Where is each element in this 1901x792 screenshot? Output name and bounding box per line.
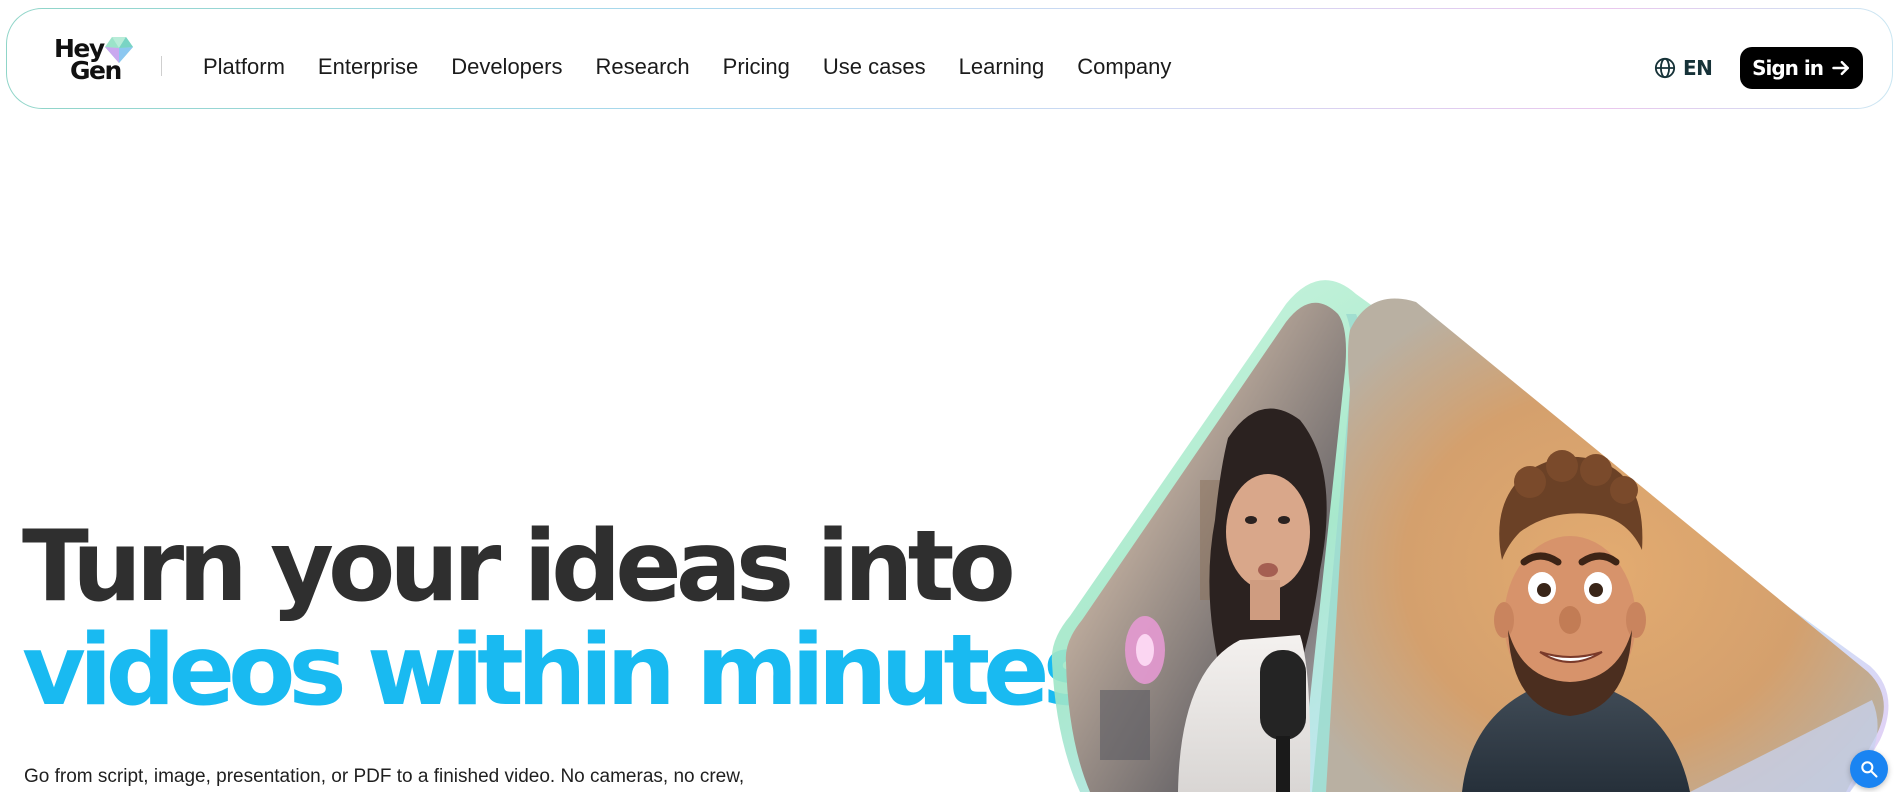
nav-item-enterprise[interactable]: Enterprise xyxy=(318,53,418,81)
nav-item-use-cases[interactable]: Use cases xyxy=(823,53,926,81)
main-nav: Platform Enterprise Developers Research … xyxy=(203,53,1204,81)
page: Hey Gen Platform Enterprise Developers R… xyxy=(0,0,1901,792)
chat-search-icon xyxy=(1861,761,1878,778)
nav-item-pricing[interactable]: Pricing xyxy=(723,53,790,81)
language-selector[interactable]: EN xyxy=(1654,55,1713,81)
hero-headline: Turn your ideas into videos within minut… xyxy=(22,510,1101,728)
chat-assistant-button[interactable] xyxy=(1850,750,1888,788)
heygen-logo[interactable]: Hey Gen xyxy=(49,35,135,85)
hero-headline-line2: videos within minutes xyxy=(22,614,1101,728)
language-label: EN xyxy=(1683,56,1713,80)
hero-subtext: Go from script, image, presentation, or … xyxy=(24,766,745,787)
logo-gem-icon xyxy=(105,37,133,63)
hero-avatar-prism-image xyxy=(1051,280,1889,792)
hero-headline-line1: Turn your ideas into xyxy=(22,510,1016,624)
sign-in-button[interactable]: Sign in xyxy=(1740,47,1863,89)
arrow-right-icon xyxy=(1832,60,1849,76)
nav-item-learning[interactable]: Learning xyxy=(959,53,1045,81)
globe-icon xyxy=(1654,57,1676,79)
nav-item-developers[interactable]: Developers xyxy=(451,53,562,81)
nav-divider xyxy=(161,56,162,76)
nav-item-platform[interactable]: Platform xyxy=(203,53,285,81)
nav-item-research[interactable]: Research xyxy=(595,53,689,81)
top-navbar: Hey Gen Platform Enterprise Developers R… xyxy=(6,8,1893,109)
sign-in-label: Sign in xyxy=(1752,56,1824,80)
nav-item-company[interactable]: Company xyxy=(1077,53,1171,81)
